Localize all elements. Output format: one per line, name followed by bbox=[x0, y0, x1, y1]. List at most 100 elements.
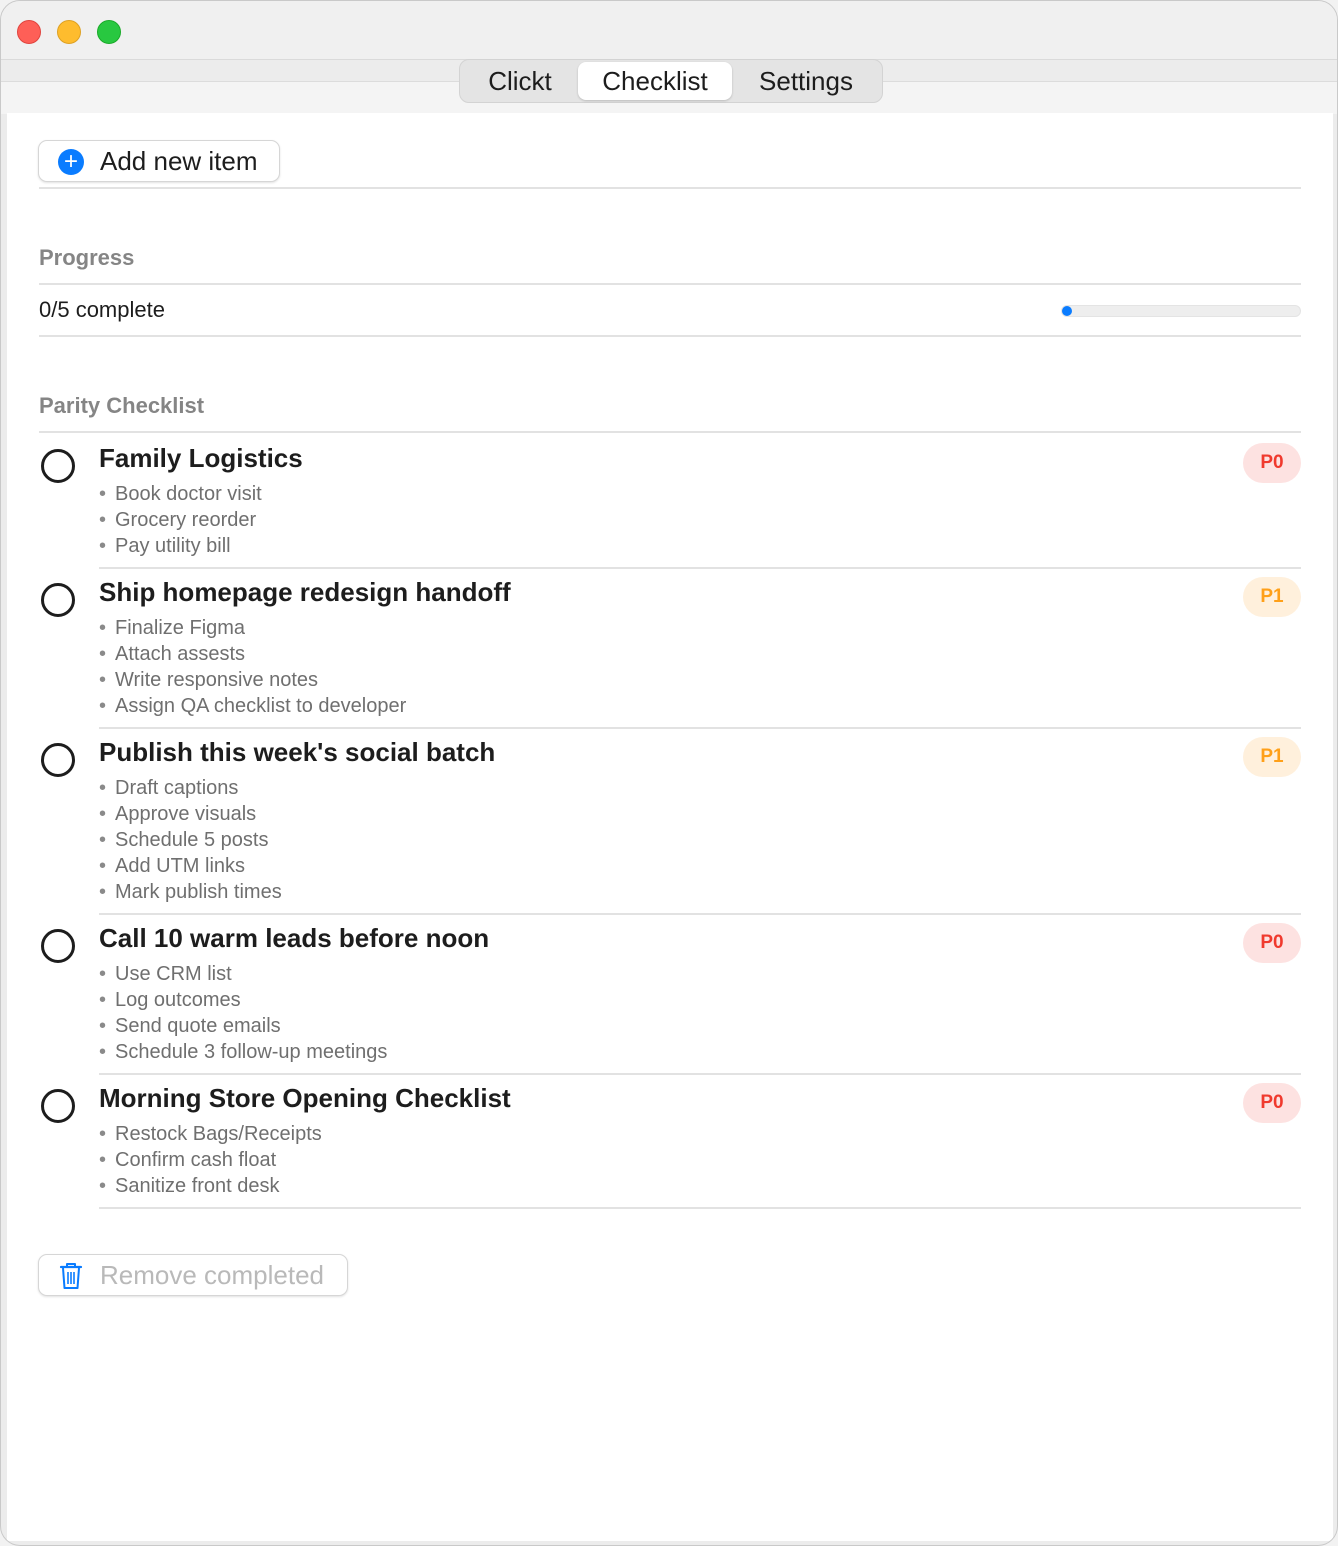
priority-badge: P1 bbox=[1243, 577, 1301, 617]
subtask-text: Book doctor visit bbox=[115, 483, 262, 505]
subtask-text: Assign QA checklist to developer bbox=[115, 695, 407, 717]
bullet: • bbox=[99, 1149, 107, 1171]
subtask-item: • Send quote emails bbox=[99, 1013, 387, 1039]
bullet: • bbox=[99, 1041, 107, 1063]
subtask-text: Sanitize front desk bbox=[115, 1175, 280, 1197]
subtask-item: • Attach assests bbox=[99, 641, 406, 667]
subtask-text: Send quote emails bbox=[115, 1015, 281, 1037]
checklist-panel: + Add new item Progress 0/5 complete Par… bbox=[7, 113, 1333, 1541]
bullet: • bbox=[99, 881, 107, 903]
subtask-text: Attach assests bbox=[115, 643, 246, 665]
remove-completed-label: Remove completed bbox=[100, 1260, 324, 1290]
divider bbox=[39, 431, 1301, 433]
subtask-item: • Schedule 5 posts bbox=[99, 827, 282, 853]
subtask-item: • Assign QA checklist to developer bbox=[99, 693, 406, 719]
bullet: • bbox=[99, 829, 107, 851]
subtask-item: • Write responsive notes bbox=[99, 667, 406, 693]
subtask-text: Schedule 3 follow-up meetings bbox=[115, 1041, 388, 1063]
tab-settings[interactable]: Settings bbox=[734, 62, 878, 100]
item-checkbox[interactable] bbox=[41, 449, 75, 483]
subtask-item: • Restock Bags/Receipts bbox=[99, 1121, 322, 1147]
subtask-item: • Pay utility bill bbox=[99, 533, 262, 559]
bullet: • bbox=[99, 509, 107, 531]
minimize-window-button[interactable] bbox=[57, 20, 81, 44]
subtask-list: • Finalize Figma • Attach assests • Write res… bbox=[99, 615, 406, 719]
subtask-text: Write responsive notes bbox=[115, 669, 319, 691]
bullet: • bbox=[99, 1123, 107, 1145]
subtask-item: • Draft captions bbox=[99, 775, 282, 801]
bullet: • bbox=[99, 535, 107, 557]
subtask-item: • Use CRM list bbox=[99, 961, 387, 987]
progress-bar-fill bbox=[1062, 306, 1072, 316]
trash-icon bbox=[59, 1263, 83, 1289]
item-title: Family Logistics bbox=[99, 443, 303, 473]
subtask-text: Grocery reorder bbox=[115, 509, 257, 531]
subtask-text: Approve visuals bbox=[115, 803, 257, 825]
item-divider bbox=[99, 913, 1301, 915]
divider bbox=[39, 335, 1301, 337]
progress-bar bbox=[1061, 305, 1301, 317]
bullet: • bbox=[99, 695, 107, 717]
add-new-item-button[interactable]: + Add new item bbox=[38, 140, 280, 182]
item-divider bbox=[99, 727, 1301, 729]
subtask-text: Use CRM list bbox=[115, 963, 232, 985]
subtask-item: • Mark publish times bbox=[99, 879, 282, 905]
title-bar[interactable] bbox=[1, 1, 1337, 60]
item-divider bbox=[99, 567, 1301, 569]
subtask-text: Mark publish times bbox=[115, 881, 282, 903]
subtask-item: • Schedule 3 follow-up meetings bbox=[99, 1039, 387, 1065]
tab-bar: Clickt Checklist Settings bbox=[459, 59, 883, 103]
tab-checklist[interactable]: Checklist bbox=[578, 62, 732, 100]
subtask-item: • Sanitize front desk bbox=[99, 1173, 322, 1199]
subtask-text: Add UTM links bbox=[115, 855, 246, 877]
add-new-item-label: Add new item bbox=[100, 146, 258, 176]
bullet: • bbox=[99, 617, 107, 639]
progress-status: 0/5 complete bbox=[39, 297, 165, 322]
divider bbox=[39, 283, 1301, 285]
tab-clickt[interactable]: Clickt bbox=[464, 62, 576, 100]
bullet: • bbox=[99, 963, 107, 985]
subtask-item: • Grocery reorder bbox=[99, 507, 262, 533]
remove-completed-button[interactable]: Remove completed bbox=[38, 1254, 348, 1296]
subtask-text: Log outcomes bbox=[115, 989, 241, 1011]
bullet: • bbox=[99, 669, 107, 691]
subtask-item: • Finalize Figma bbox=[99, 615, 406, 641]
subtask-text: Restock Bags/Receipts bbox=[115, 1123, 322, 1145]
zoom-window-button[interactable] bbox=[97, 20, 121, 44]
item-checkbox[interactable] bbox=[41, 583, 75, 617]
item-divider bbox=[99, 1207, 1301, 1209]
item-checkbox[interactable] bbox=[41, 743, 75, 777]
bullet: • bbox=[99, 803, 107, 825]
priority-badge: P0 bbox=[1243, 1083, 1301, 1123]
item-divider bbox=[99, 1073, 1301, 1075]
item-title: Call 10 warm leads before noon bbox=[99, 923, 490, 953]
item-title: Morning Store Opening Checklist bbox=[99, 1083, 511, 1113]
subtask-item: • Confirm cash float bbox=[99, 1147, 322, 1173]
subtask-item: • Approve visuals bbox=[99, 801, 282, 827]
bullet: • bbox=[99, 855, 107, 877]
subtask-text: Schedule 5 posts bbox=[115, 829, 269, 851]
priority-badge: P0 bbox=[1243, 443, 1301, 483]
plus-circle-icon: + bbox=[58, 149, 84, 175]
checklist-heading: Parity Checklist bbox=[39, 393, 205, 418]
bullet: • bbox=[99, 1175, 107, 1197]
subtask-item: • Add UTM links bbox=[99, 853, 282, 879]
priority-badge: P1 bbox=[1243, 737, 1301, 777]
item-checkbox[interactable] bbox=[41, 1089, 75, 1123]
subtask-item: • Log outcomes bbox=[99, 987, 387, 1013]
bullet: • bbox=[99, 483, 107, 505]
progress-heading: Progress bbox=[39, 245, 135, 270]
bullet: • bbox=[99, 643, 107, 665]
subtask-item: • Book doctor visit bbox=[99, 481, 262, 507]
subtask-text: Finalize Figma bbox=[115, 617, 246, 639]
subtask-list: • Restock Bags/Receipts • Confirm cash floa… bbox=[99, 1121, 322, 1199]
divider bbox=[39, 187, 1301, 189]
subtask-text: Draft captions bbox=[115, 777, 239, 799]
item-title: Publish this week's social batch bbox=[99, 737, 496, 767]
item-title: Ship homepage redesign handoff bbox=[99, 577, 511, 607]
bullet: • bbox=[99, 1015, 107, 1037]
close-window-button[interactable] bbox=[17, 20, 41, 44]
item-checkbox[interactable] bbox=[41, 929, 75, 963]
subtask-list: • Use CRM list • Log outcomes • Send quote em… bbox=[99, 961, 387, 1065]
bullet: • bbox=[99, 777, 107, 799]
